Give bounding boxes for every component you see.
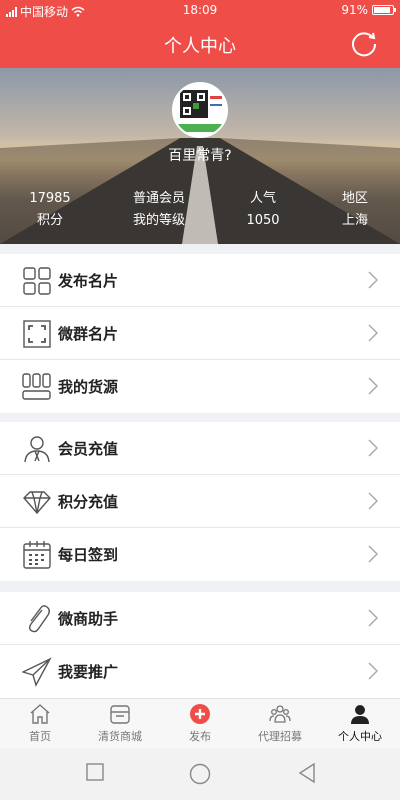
paperclip-icon (29, 605, 50, 633)
home-icon (30, 704, 50, 724)
menu-item-points-recharge[interactable]: 积分充值 (0, 475, 400, 528)
menu-group-recharge: 会员充值 积分充值 每日签到 (0, 422, 400, 581)
scan-frame-icon (23, 320, 51, 348)
system-nav-bar (0, 748, 400, 800)
chevron-right-icon (368, 324, 378, 342)
tab-label: 清货商城 (98, 730, 142, 743)
back-icon[interactable] (298, 763, 316, 783)
status-bar: 中国移动 18:09 91% (0, 0, 400, 22)
top-bar: 中国移动 18:09 91% 个人中心 (0, 0, 400, 68)
menu-item-label: 积分充值 (58, 493, 119, 511)
menu-item-group-card[interactable]: 微群名片 (0, 307, 400, 360)
tab-label: 个人中心 (338, 730, 382, 743)
member-icon (24, 436, 50, 463)
battery-info: 91% (341, 3, 396, 17)
diamond-icon (23, 491, 51, 515)
person-icon (351, 705, 369, 724)
menu-item-label: 发布名片 (58, 272, 119, 290)
tab-label: 发布 (189, 730, 211, 743)
stat-region: 地区 上海 (315, 188, 395, 232)
stat-value: 人气 (249, 191, 276, 206)
bottom-tab-bar: 首页 清货商城 发布 代理招募 个人中心 (0, 698, 400, 748)
stat-value: 17985 (29, 191, 71, 206)
plus-circle-icon (190, 704, 210, 724)
menu-item-label: 微群名片 (58, 325, 119, 343)
menu-group-tools: 微商助手 我要推广 (0, 592, 400, 698)
menu-group-cards: 发布名片 微群名片 我的货源 (0, 254, 400, 413)
menu-item-wechat-assistant[interactable]: 微商助手 (0, 592, 400, 645)
menu-item-label: 我要推广 (58, 663, 119, 681)
tab-agent-recruit[interactable]: 代理招募 (240, 703, 320, 744)
tab-publish[interactable]: 发布 (160, 703, 240, 744)
avatar[interactable] (172, 82, 228, 138)
stat-value: 普通会员 (132, 191, 185, 206)
chevron-right-icon (368, 492, 378, 510)
tab-label: 首页 (29, 730, 51, 743)
page-title: 个人中心 (164, 36, 236, 57)
chevron-right-icon (368, 609, 378, 627)
menu-item-label: 会员充值 (58, 440, 119, 458)
battery-percent: 91% (341, 3, 368, 17)
stat-value: 地区 (341, 191, 368, 206)
username: 百里常青? (168, 148, 232, 164)
qr-code-icon (174, 84, 226, 136)
tab-home[interactable]: 首页 (0, 703, 80, 744)
tab-profile[interactable]: 个人中心 (320, 703, 400, 744)
home-button-icon[interactable] (189, 763, 211, 785)
recent-apps-icon[interactable] (86, 763, 104, 781)
menu-item-label: 每日签到 (58, 546, 119, 564)
menu-item-member-recharge[interactable]: 会员充值 (0, 422, 400, 475)
stat-level: 普通会员 我的等级 (119, 188, 199, 232)
stat-label: 上海 (341, 213, 368, 228)
grid-icon (23, 267, 51, 295)
stat-points: 17985 积分 (10, 188, 90, 232)
stat-label: 1050 (246, 213, 280, 228)
menu-item-label: 我的货源 (58, 378, 119, 396)
battery-icon (372, 5, 396, 15)
menu-item-daily-checkin[interactable]: 每日签到 (0, 528, 400, 581)
goods-icon (22, 373, 51, 400)
people-icon (269, 705, 291, 723)
menu-item-my-goods[interactable]: 我的货源 (0, 360, 400, 413)
menu-item-label: 微商助手 (58, 610, 119, 628)
chevron-right-icon (368, 545, 378, 563)
stat-popularity: 人气 1050 (223, 188, 303, 232)
tab-shop[interactable]: 清货商城 (80, 703, 160, 744)
menu-item-publish-card[interactable]: 发布名片 (0, 254, 400, 307)
menu-item-promote[interactable]: 我要推广 (0, 645, 400, 698)
chevron-right-icon (368, 377, 378, 395)
paper-plane-icon (22, 657, 52, 687)
chevron-right-icon (368, 439, 378, 457)
calendar-icon (23, 541, 51, 569)
profile-banner: 百里常青? 17985 积分 普通会员 我的等级 人气 1050 地区 上海 (0, 68, 400, 244)
stat-label: 我的等级 (132, 213, 185, 228)
chevron-right-icon (368, 662, 378, 680)
tab-label: 代理招募 (258, 730, 302, 743)
chevron-right-icon (368, 271, 378, 289)
shop-icon (110, 705, 130, 724)
refresh-icon[interactable] (350, 29, 378, 57)
stat-label: 积分 (36, 213, 63, 228)
status-time: 18:09 (182, 3, 218, 17)
